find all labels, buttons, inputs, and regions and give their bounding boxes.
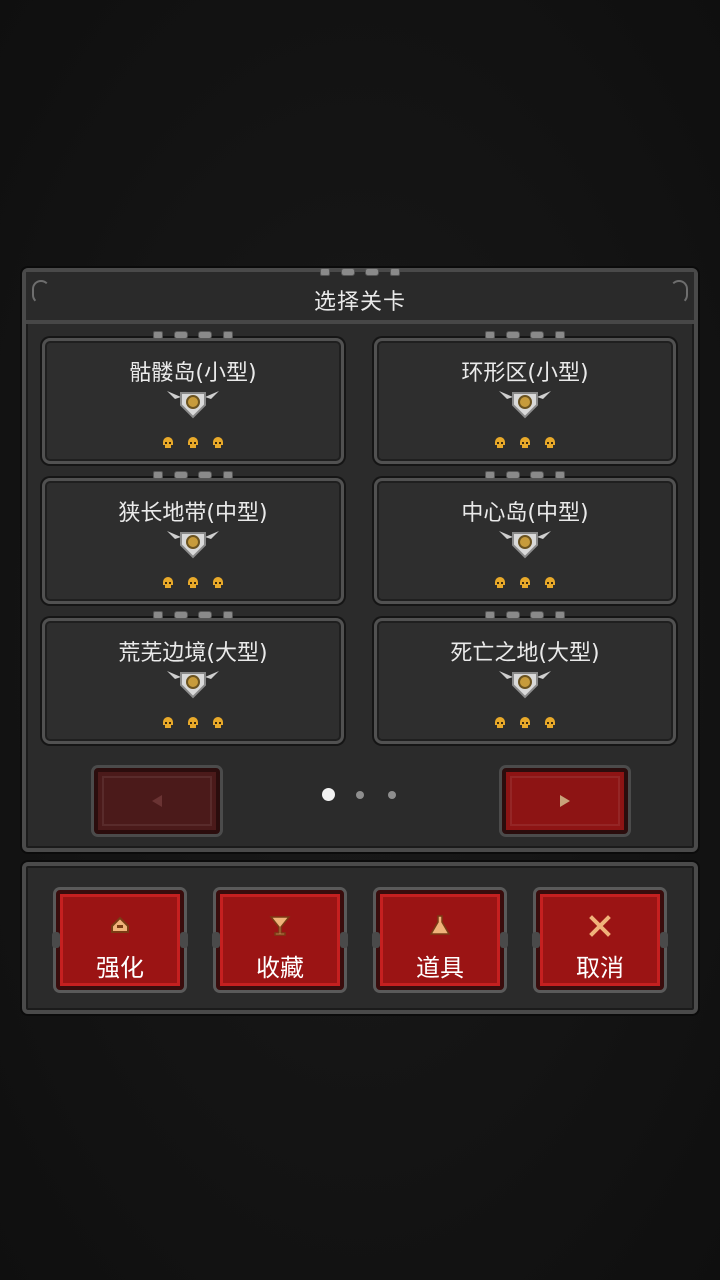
level-card[interactable]: 死亡之地(大型) — [374, 611, 676, 744]
level-card[interactable]: 中心岛(中型) — [374, 471, 676, 604]
items-button[interactable]: 道具 — [372, 890, 508, 990]
skull-icon — [213, 717, 224, 728]
skull-icon — [188, 577, 198, 588]
goblet-icon — [269, 916, 291, 936]
horned-shield-icon — [167, 391, 219, 419]
skull-icon — [545, 717, 556, 728]
horned-shield-icon — [167, 671, 219, 699]
items-label: 道具 — [416, 954, 464, 982]
skull-icon — [162, 437, 173, 448]
horned-shield-icon — [499, 671, 551, 699]
difficulty-skulls — [377, 435, 673, 453]
chain-ornament — [153, 331, 233, 339]
horned-shield-icon — [499, 531, 551, 559]
difficulty-skulls — [45, 715, 341, 733]
level-card[interactable]: 骷髅岛(小型) — [42, 331, 344, 464]
skull-icon — [520, 437, 530, 448]
skull-icon — [545, 437, 556, 448]
chain-ornament — [485, 331, 565, 339]
page-indicator — [318, 788, 408, 802]
skull-icon — [162, 577, 173, 588]
next-page-button[interactable] — [502, 768, 628, 834]
skull-icon — [213, 437, 224, 448]
chain-ornament — [320, 268, 400, 276]
level-name: 死亡之地(大型) — [450, 641, 600, 666]
difficulty-skulls — [45, 435, 341, 453]
game-screen: 选择关卡 骷髅岛(小型) 环形区(小型) 狭长地带(中型) 中心岛(中型) 荒芜… — [0, 0, 720, 1280]
difficulty-skulls — [377, 575, 673, 593]
chain-ornament — [485, 611, 565, 619]
level-card[interactable]: 荒芜边境(大型) — [42, 611, 344, 744]
skull-icon — [188, 437, 198, 448]
skull-icon — [545, 577, 556, 588]
skull-icon — [494, 577, 505, 588]
skull-icon — [494, 717, 505, 728]
upgrade-icon — [111, 916, 129, 933]
skull-icon — [494, 437, 505, 448]
horned-shield-icon — [167, 531, 219, 559]
panel-header: 选择关卡 — [26, 268, 694, 324]
collection-button[interactable]: 收藏 — [212, 890, 348, 990]
skull-icon — [188, 717, 198, 728]
upgrade-label: 强化 — [96, 954, 144, 982]
level-name: 骷髅岛(小型) — [129, 361, 257, 386]
prev-page-button[interactable] — [94, 768, 220, 834]
level-card[interactable]: 环形区(小型) — [374, 331, 676, 464]
flask-icon — [429, 915, 451, 935]
skull-icon — [213, 577, 224, 588]
page-dot[interactable] — [388, 791, 396, 799]
page-dot[interactable] — [356, 791, 364, 799]
level-name: 荒芜边境(大型) — [118, 641, 268, 666]
difficulty-skulls — [377, 715, 673, 733]
cancel-label: 取消 — [576, 954, 624, 982]
page-dot-active[interactable] — [322, 788, 335, 801]
chain-ornament — [485, 471, 565, 479]
panel-title: 选择关卡 — [313, 290, 406, 315]
horned-shield-icon — [499, 391, 551, 419]
level-name: 环形区(小型) — [461, 361, 589, 386]
skull-icon — [520, 717, 530, 728]
collection-label: 收藏 — [256, 954, 304, 982]
close-icon — [589, 915, 611, 937]
skull-icon — [162, 717, 173, 728]
skull-icon — [520, 577, 530, 588]
level-card[interactable]: 狭长地带(中型) — [42, 471, 344, 604]
level-name: 中心岛(中型) — [461, 501, 589, 526]
chain-ornament — [153, 471, 233, 479]
upgrade-button[interactable]: 强化 — [52, 890, 188, 990]
cancel-button[interactable]: 取消 — [532, 890, 668, 990]
level-name: 狭长地带(中型) — [118, 501, 268, 526]
difficulty-skulls — [45, 575, 341, 593]
chain-ornament — [153, 611, 233, 619]
